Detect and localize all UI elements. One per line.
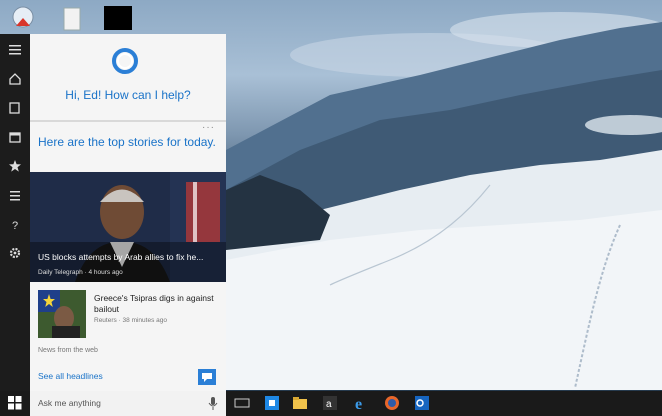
hamburger-icon[interactable] xyxy=(7,42,23,58)
divider xyxy=(30,120,226,122)
home-icon[interactable] xyxy=(7,71,23,87)
notebook-icon[interactable] xyxy=(7,100,23,116)
feedback-icon[interactable] xyxy=(198,369,216,385)
see-all-headlines-link[interactable]: See all headlines xyxy=(38,371,103,381)
gear-icon[interactable] xyxy=(7,245,23,261)
cortana-panel: Hi, Ed! How can I help? ··· Here are the… xyxy=(30,34,226,391)
svg-text:a: a xyxy=(326,399,332,410)
story-source: Reuters · 38 minutes ago xyxy=(94,317,167,324)
cortana-ring-inner xyxy=(117,53,133,69)
story-title: US blocks attempts by Arab allies to fix… xyxy=(38,252,204,262)
cortana-rail: ? xyxy=(0,34,30,391)
outlook-icon[interactable] xyxy=(414,395,430,411)
cortana-greeting: Hi, Ed! How can I help? xyxy=(65,88,191,102)
microphone-icon[interactable] xyxy=(208,397,218,410)
svg-text:?: ? xyxy=(12,220,18,230)
feed-icon[interactable] xyxy=(7,187,23,203)
edge-icon[interactable]: e xyxy=(354,395,370,413)
store-icon[interactable] xyxy=(264,395,280,411)
cortana-search-box[interactable]: Ask me anything xyxy=(30,391,226,416)
news-thumbnail xyxy=(38,290,86,338)
top-stories-heading: Here are the top stories for today. xyxy=(38,135,216,149)
taskbar: Ask me anything a e xyxy=(0,391,662,416)
story-card[interactable]: Greece's Tsipras digs in against bailout… xyxy=(38,290,218,342)
search-input[interactable]: Ask me anything xyxy=(38,398,101,408)
svg-text:e: e xyxy=(355,396,362,411)
news-photo xyxy=(30,172,226,282)
story-source: Daily Telegraph · 4 hours ago xyxy=(38,269,123,276)
news-from-web-label: News from the web xyxy=(38,347,98,354)
more-options-icon[interactable]: ··· xyxy=(202,122,215,133)
amazon-icon[interactable]: a xyxy=(322,395,338,411)
document-icon[interactable] xyxy=(60,6,86,34)
calendar-icon[interactable] xyxy=(7,129,23,145)
firefox-icon[interactable] xyxy=(384,395,400,411)
top-story-card[interactable]: US blocks attempts by Arab allies to fix… xyxy=(30,172,226,282)
file-explorer-icon[interactable] xyxy=(292,395,308,411)
task-view-icon[interactable] xyxy=(234,395,250,411)
help-icon[interactable]: ? xyxy=(7,216,23,232)
windows-start-icon[interactable] xyxy=(8,396,22,410)
story-title: Greece's Tsipras digs in against bailout xyxy=(94,293,214,314)
app-icon[interactable] xyxy=(104,6,132,30)
recycle-bin-icon[interactable] xyxy=(10,6,36,34)
star-icon[interactable] xyxy=(7,158,23,174)
